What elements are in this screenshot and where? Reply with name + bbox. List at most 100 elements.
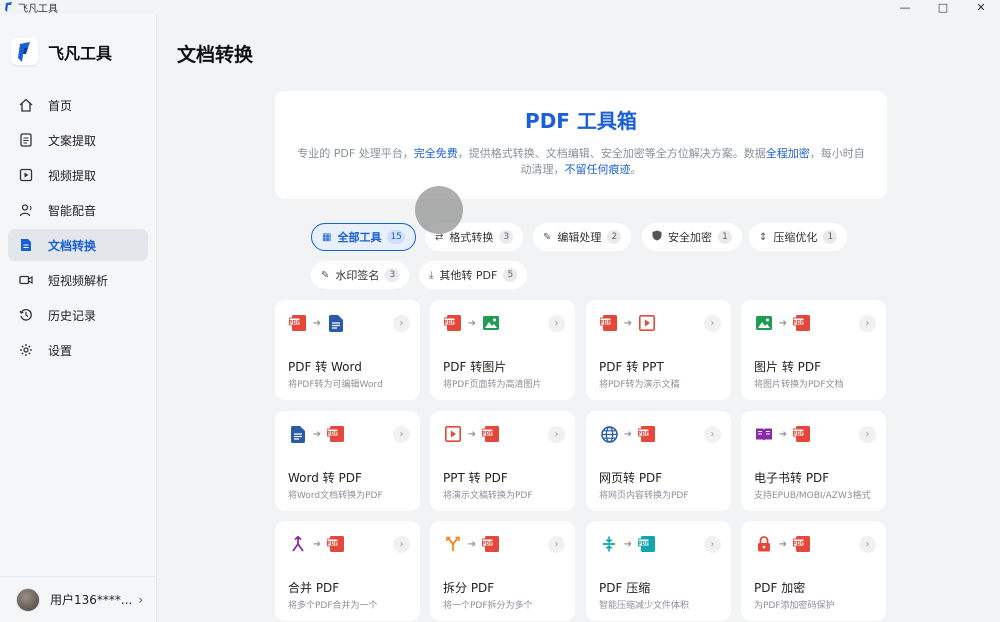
brand-logo-icon: [11, 38, 38, 65]
user-profile[interactable]: 用户136****... ›: [0, 576, 156, 622]
tool-card-pdf-to-ppt[interactable]: PDF ➜ › PDF 转 PPT 将PDF转为演示文稿: [586, 300, 731, 400]
pdf-icon: PDF: [289, 314, 307, 332]
tool-title: 图片 转 PDF: [754, 360, 822, 374]
tool-title: 拆分 PDF: [443, 581, 495, 595]
filter-chip-edit[interactable]: ✎ 编辑处理 2: [533, 223, 632, 251]
filter-chip-other-to-pdf[interactable]: ⤓ 其他转 PDF 5: [419, 261, 528, 289]
tool-description: 将网页内容转换为PDF: [599, 491, 689, 501]
stamp-icon: ✎: [321, 269, 330, 281]
sidebar-item-short-video[interactable]: 短视频解析: [8, 264, 148, 296]
arrow-right-icon: ➜: [778, 317, 788, 329]
shield-icon: [652, 230, 662, 244]
sidebar-item-history[interactable]: 历史记录: [8, 299, 148, 331]
tool-card-ppt-to-pdf[interactable]: ➜ PDF › PPT 转 PDF 将演示文稿转换为PDF: [430, 411, 575, 511]
split-icon: [444, 535, 462, 553]
filter-chip-all[interactable]: ▦ 全部工具 15: [311, 223, 416, 251]
tool-description: 将演示文稿转换为PDF: [443, 491, 533, 501]
svg-text:PDF: PDF: [444, 320, 455, 326]
tool-description: 将PDF转为演示文稿: [599, 380, 680, 390]
sidebar-item-home[interactable]: 首页: [8, 89, 148, 121]
svg-text:PDF: PDF: [327, 541, 338, 547]
sidebar-item-settings[interactable]: 设置: [8, 334, 148, 366]
svg-text:PDF: PDF: [482, 541, 493, 547]
tool-description: 将图片转换为PDF文档: [754, 380, 844, 390]
tool-title: PPT 转 PDF: [443, 471, 508, 485]
arrow-right-icon: ➜: [623, 317, 633, 329]
maximize-button[interactable]: □: [924, 0, 962, 14]
svg-text:PDF: PDF: [793, 431, 804, 437]
chevron-right-icon: ›: [548, 536, 565, 553]
brand-name: 飞凡工具: [48, 43, 113, 63]
hero-description: 专业的 PDF 处理平台，完全免费，提供格式转换、文档编辑、安全加密等全方位解决…: [297, 147, 865, 176]
svg-text:PDF: PDF: [289, 320, 300, 326]
home-icon: [18, 97, 34, 113]
sidebar-item-label: 历史记录: [48, 308, 97, 323]
close-button[interactable]: ✕: [962, 0, 1000, 14]
hero-title: PDF 工具箱: [525, 109, 637, 133]
sidebar-nav: 首页 文案提取 视频提取 智能配音 文档转换 短视频解析 历史记录 设置: [8, 89, 148, 369]
gear-icon: [18, 342, 34, 358]
sidebar-item-label: 短视频解析: [48, 273, 109, 288]
chevron-right-icon: ›: [704, 315, 721, 332]
chevron-right-icon: ›: [859, 426, 876, 443]
pdf-teal-icon: PDF: [638, 535, 656, 553]
filter-chip-security[interactable]: 安全加密 1: [642, 223, 742, 251]
tool-title: PDF 转图片: [443, 360, 507, 374]
word-icon: [289, 425, 307, 443]
window-controls: — □ ✕: [886, 0, 1000, 14]
tool-card-pdf-to-word[interactable]: PDF ➜ › PDF 转 Word 将PDF转为可编辑Word: [275, 300, 420, 400]
history-icon: [18, 307, 34, 323]
chevron-right-icon: ›: [704, 426, 721, 443]
chevron-right-icon: ›: [393, 315, 410, 332]
sidebar-item-video-extract[interactable]: 视频提取: [8, 159, 148, 191]
sidebar-item-doc-convert[interactable]: 文档转换: [8, 229, 148, 261]
arrow-right-icon: ➜: [467, 317, 477, 329]
sidebar: 飞凡工具 首页 文案提取 视频提取 智能配音 文档转换 短视频解析 历史记录 设…: [0, 14, 157, 622]
arrow-right-icon: ➜: [778, 428, 788, 440]
tool-description: 将Word文档转换为PDF: [288, 491, 383, 501]
title-bar: 飞凡工具 — □ ✕: [0, 0, 1000, 15]
tool-card-split-pdf[interactable]: ➜ PDF › 拆分 PDF 将一个PDF拆分为多个: [430, 521, 575, 621]
word-icon: [327, 314, 345, 332]
chevron-right-icon: ›: [704, 536, 721, 553]
app-logo-icon: [5, 2, 12, 12]
sidebar-item-label: 设置: [48, 343, 73, 358]
pdf-icon: PDF: [793, 535, 811, 553]
pdf-icon: PDF: [327, 535, 345, 553]
tool-card-ebook-to-pdf[interactable]: ➜ PDF › 电子书转 PDF 支持EPUB/MOBI/AZW3格式: [741, 411, 886, 511]
tool-card-web-to-pdf[interactable]: ➜ PDF › 网页转 PDF 将网页内容转换为PDF: [586, 411, 731, 511]
tool-description: 将PDF转为可编辑Word: [288, 380, 383, 390]
svg-text:PDF: PDF: [482, 431, 493, 437]
user-name: 用户136****...: [50, 593, 133, 607]
svg-text:PDF: PDF: [793, 541, 804, 547]
tool-card-word-to-pdf[interactable]: ➜ PDF › Word 转 PDF 将Word文档转换为PDF: [275, 411, 420, 511]
chevron-right-icon: ›: [393, 426, 410, 443]
tool-card-merge-pdf[interactable]: ➜ PDF › 合并 PDF 将多个PDF合并为一个: [275, 521, 420, 621]
tool-card-compress-pdf[interactable]: ➜ PDF › PDF 压缩 智能压缩减少文件体积: [586, 521, 731, 621]
compress-icon: ↕: [759, 231, 768, 243]
tool-title: PDF 加密: [754, 581, 806, 595]
main-content: 文档转换 PDF 工具箱 专业的 PDF 处理平台，完全免费，提供格式转换、文档…: [158, 14, 1000, 622]
arrow-right-icon: ➜: [312, 538, 322, 550]
tool-card-pdf-to-image[interactable]: PDF ➜ › PDF 转图片 将PDF页面转为高清图片: [430, 300, 575, 400]
svg-text:PDF: PDF: [327, 431, 338, 437]
minimize-button[interactable]: —: [886, 0, 924, 14]
lock-icon: [755, 535, 773, 553]
filter-chip-compress[interactable]: ↕ 压缩优化 1: [749, 223, 848, 251]
sidebar-item-label: 视频提取: [48, 168, 97, 183]
arrow-right-icon: ➜: [467, 538, 477, 550]
tool-card-encrypt-pdf[interactable]: ➜ PDF › PDF 加密 为PDF添加密码保护: [741, 521, 886, 621]
chevron-right-icon: ›: [859, 315, 876, 332]
sidebar-item-label: 首页: [48, 98, 73, 113]
filter-chip-watermark[interactable]: ✎ 水印签名 3: [311, 261, 410, 289]
sidebar-item-label: 智能配音: [48, 203, 97, 218]
sidebar-item-text-extract[interactable]: 文案提取: [8, 124, 148, 156]
sidebar-item-dubbing[interactable]: 智能配音: [8, 194, 148, 226]
file-convert-icon: [18, 237, 34, 253]
tool-card-image-to-pdf[interactable]: ➜ PDF › 图片 转 PDF 将图片转换为PDF文档: [741, 300, 886, 400]
edit-icon: ✎: [543, 231, 552, 243]
image-icon: [755, 314, 773, 332]
tool-title: Word 转 PDF: [288, 471, 362, 485]
tool-description: 将一个PDF拆分为多个: [443, 601, 533, 611]
tool-description: 为PDF添加密码保护: [754, 601, 835, 611]
